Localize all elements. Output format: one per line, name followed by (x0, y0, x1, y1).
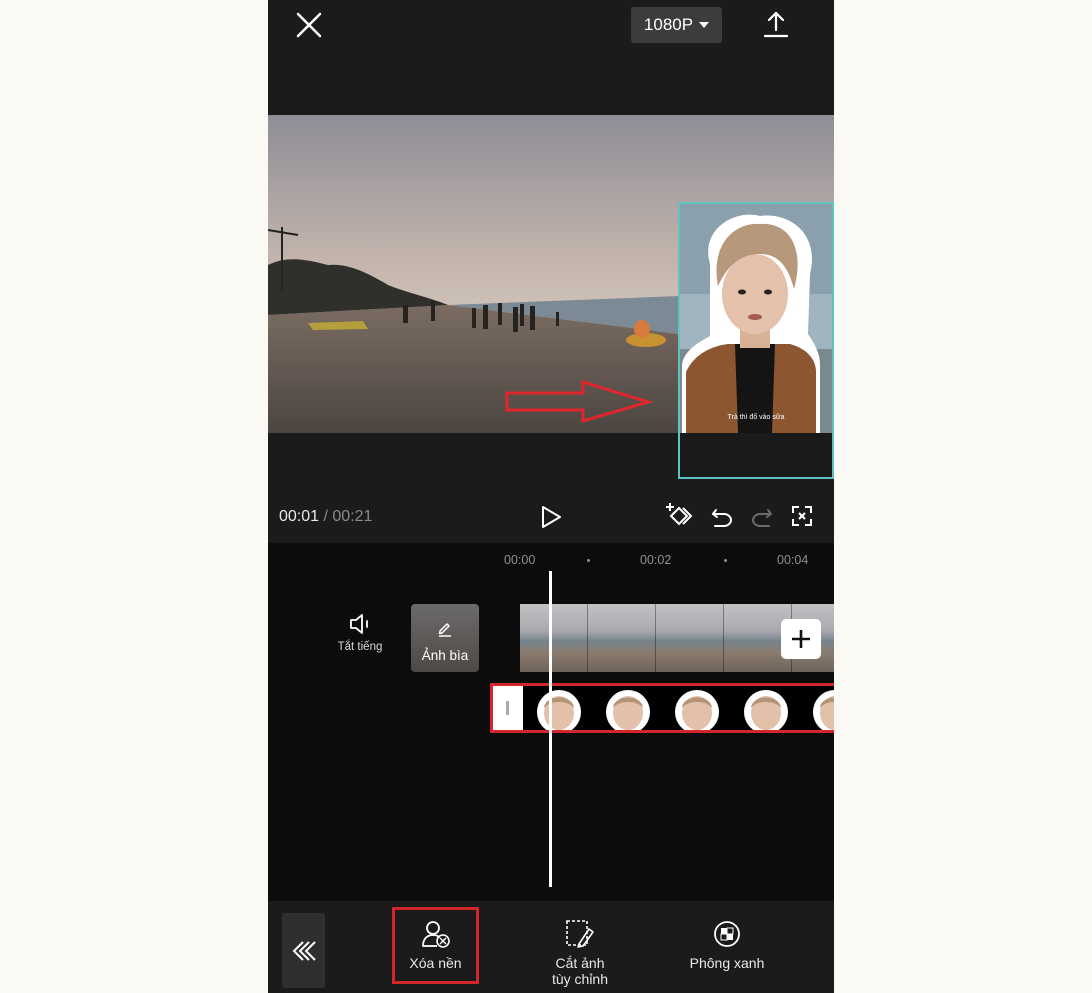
speaker-icon (350, 614, 368, 634)
face-thumbnail (606, 690, 650, 730)
overlay-clip-preview[interactable]: Trà thì đổ vào sữa (678, 202, 834, 479)
keyframe-icon (666, 503, 693, 526)
double-chevron-left-icon (292, 940, 316, 961)
current-time: 00:01 (279, 508, 320, 525)
mute-label: Tắt tiếng (337, 641, 383, 653)
time-separator: / (323, 508, 328, 525)
chroma-key-button[interactable]: Phông xanh (676, 919, 778, 971)
video-thumbnail (588, 604, 656, 672)
resolution-selector[interactable]: 1080P (631, 7, 722, 43)
custom-cutout-icon (566, 920, 594, 948)
keyframe-button[interactable] (664, 502, 694, 535)
fullscreen-icon (792, 506, 812, 526)
custom-cutout-button[interactable]: Cắt ảnh tùy chỉnh (528, 919, 632, 987)
export-button[interactable] (762, 10, 790, 40)
video-thumbnail (520, 604, 588, 672)
redo-icon (751, 509, 772, 527)
caret-down-icon (699, 22, 710, 28)
ruler-dot (587, 559, 590, 562)
undo-button[interactable] (710, 505, 734, 534)
edit-pencil-icon (438, 623, 451, 637)
bottom-toolbar: Xóa nền Cắt ảnh tùy chỉnh Phông xanh (268, 901, 834, 993)
fullscreen-button[interactable] (791, 505, 813, 532)
face-thumbnail (675, 690, 719, 730)
play-icon (542, 506, 561, 528)
mute-button[interactable]: Tắt tiếng (334, 613, 386, 653)
highlight-box (392, 907, 479, 984)
total-time: 00:21 (332, 508, 373, 525)
overlay-caption: Trà thì đổ vào sữa (727, 414, 785, 421)
undo-icon (712, 509, 733, 527)
add-clip-button[interactable] (781, 619, 821, 659)
person-overlay-image (680, 204, 832, 433)
playhead[interactable] (549, 571, 552, 887)
trim-handle[interactable] (493, 686, 523, 730)
ruler-dot (724, 559, 727, 562)
face-thumbnail (744, 690, 788, 730)
play-button[interactable] (540, 505, 562, 534)
video-thumbnail (656, 604, 724, 672)
timeline[interactable]: 00:00 00:02 00:04 Tắt tiếng Ảnh bìa (268, 543, 834, 901)
chroma-key-icon (714, 921, 740, 947)
export-icon (763, 11, 789, 38)
overlay-track-selected[interactable] (490, 683, 834, 733)
cover-label: Ảnh bìa (421, 648, 469, 663)
playback-time: 00:01 / 00:21 (279, 508, 372, 526)
redo-button[interactable] (750, 505, 774, 534)
face-thumbnail (537, 690, 581, 730)
back-button[interactable] (282, 913, 325, 988)
chroma-key-label: Phông xanh (689, 955, 765, 971)
close-button[interactable] (292, 8, 326, 42)
custom-cutout-label-line1: Cắt ảnh (555, 955, 605, 971)
close-icon (296, 12, 322, 38)
editor-screen: 1080P Trà thì đổ vào sữa 00:01 / 00:21 0… (268, 0, 834, 993)
face-thumbnail (813, 690, 834, 730)
custom-cutout-label-line2: tùy chỉnh (551, 971, 609, 987)
plus-icon (792, 630, 810, 648)
cover-button[interactable]: Ảnh bìa (411, 604, 479, 672)
ruler-time-4: 00:04 (777, 553, 809, 567)
ruler-time-0: 00:00 (504, 553, 536, 567)
ruler-time-2: 00:02 (640, 553, 672, 567)
resolution-label: 1080P (643, 15, 694, 34)
